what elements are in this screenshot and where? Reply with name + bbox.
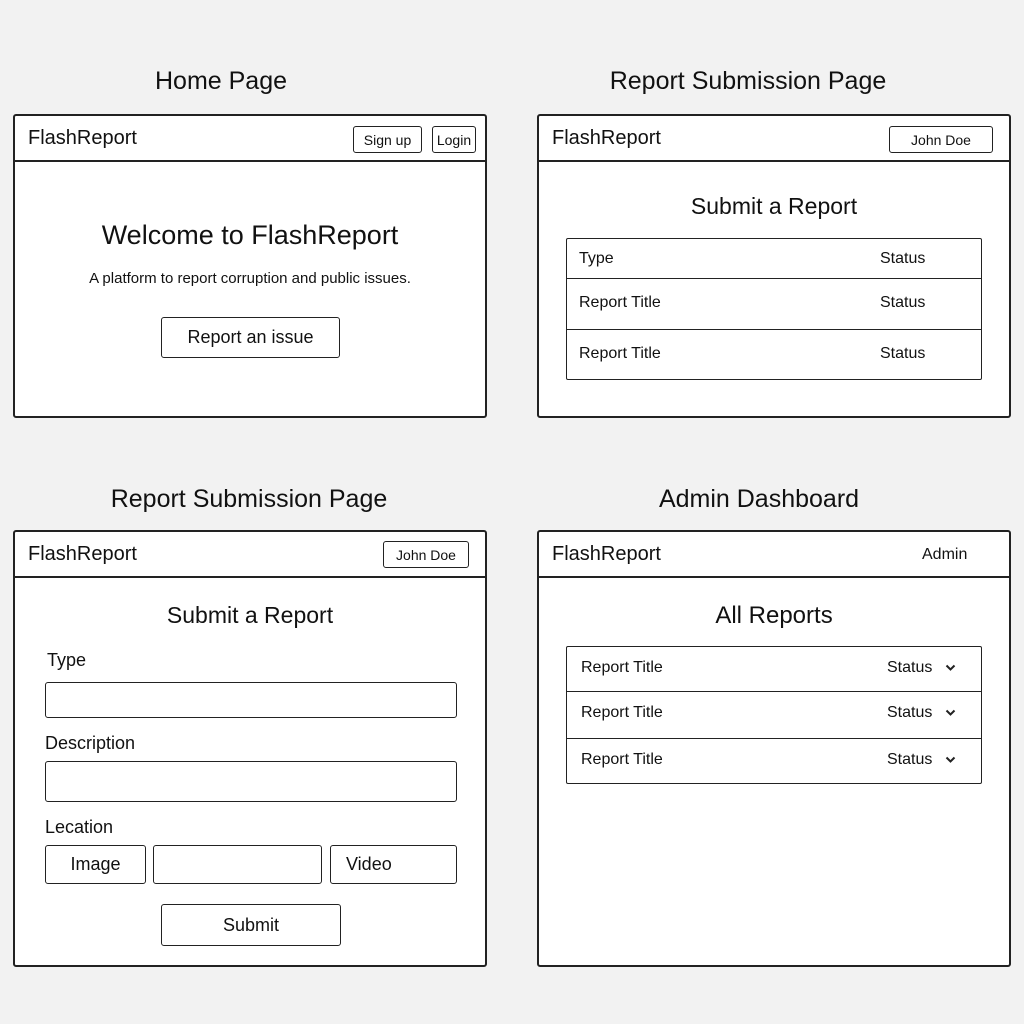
type-label: Type: [47, 650, 87, 670]
description-input[interactable]: [45, 761, 457, 802]
brand-logo[interactable]: FlashReport: [552, 127, 661, 150]
submission-form-page-label: Report Submission Page: [110, 485, 388, 513]
chevron-down-icon: [945, 664, 956, 671]
welcome-heading: Welcome to FlashReport: [101, 220, 399, 250]
report-title-cell: Report Title: [581, 751, 663, 768]
table-row[interactable]: Report Title Status: [567, 279, 981, 330]
status-dropdown-label: Status: [887, 751, 933, 768]
user-menu-button[interactable]: John Doe: [889, 126, 993, 153]
admin-reports-table: Report Title Status Report Title Status …: [566, 646, 982, 784]
report-title-cell: Report Title: [581, 659, 663, 676]
table-row[interactable]: Report Title Status: [567, 647, 981, 692]
status-dropdown[interactable]: Status: [887, 751, 956, 769]
brand-logo[interactable]: FlashReport: [28, 543, 137, 566]
app-header: FlashReport Sign up Login: [15, 116, 485, 162]
admin-user-label[interactable]: Admin: [922, 546, 967, 564]
submit-report-heading: Submit a Report: [690, 193, 858, 219]
submit-button[interactable]: Submit: [161, 904, 341, 946]
table-row[interactable]: Report Title Status: [567, 330, 981, 379]
status-column-header: Status: [880, 250, 926, 267]
user-menu-button[interactable]: John Doe: [383, 541, 469, 568]
submission-list-page-label: Report Submission Page: [609, 67, 887, 95]
status-cell: Status: [880, 294, 926, 311]
all-reports-heading: All Reports: [715, 602, 833, 629]
home-page-label: Home Page: [154, 67, 288, 95]
table-row[interactable]: Report Title Status: [567, 692, 981, 739]
status-dropdown[interactable]: Status: [887, 659, 956, 677]
tagline-text: A platform to report corruption and publ…: [89, 270, 411, 287]
type-input[interactable]: [45, 682, 457, 718]
submission-form-frame: FlashReport John Doe Submit a Report Typ…: [13, 530, 487, 967]
brand-logo[interactable]: FlashReport: [28, 127, 137, 150]
reports-table: Type Status Report Title Status Report T…: [566, 238, 982, 380]
description-label: Description: [45, 733, 136, 753]
report-issue-button[interactable]: Report an issue: [161, 317, 340, 358]
app-header: FlashReport John Doe: [539, 116, 1009, 162]
submission-list-frame: FlashReport John Doe Submit a Report Typ…: [537, 114, 1011, 418]
location-label: Lecation: [45, 817, 114, 837]
table-header-row: Type Status: [567, 239, 981, 279]
status-dropdown[interactable]: Status: [887, 704, 956, 722]
submit-report-heading: Submit a Report: [166, 602, 334, 628]
home-page-frame: FlashReport Sign up Login Welcome to Fla…: [13, 114, 487, 418]
report-title-cell: Report Title: [579, 294, 661, 311]
app-header: FlashReport John Doe: [15, 532, 485, 578]
admin-dashboard-frame: FlashReport Admin All Reports Report Tit…: [537, 530, 1011, 967]
location-input[interactable]: [153, 845, 322, 884]
status-dropdown-label: Status: [887, 704, 933, 721]
admin-dashboard-page-label: Admin Dashboard: [658, 485, 860, 513]
video-upload-button[interactable]: Video: [330, 845, 457, 884]
report-title-cell: Report Title: [581, 704, 663, 721]
image-upload-button[interactable]: Image: [45, 845, 146, 884]
app-header: FlashReport Admin: [539, 532, 1009, 578]
report-title-cell: Report Title: [579, 345, 661, 362]
status-dropdown-label: Status: [887, 659, 933, 676]
status-cell: Status: [880, 345, 926, 362]
sign-up-button[interactable]: Sign up: [353, 126, 422, 153]
chevron-down-icon: [945, 756, 956, 763]
login-button[interactable]: Login: [432, 126, 476, 153]
brand-logo[interactable]: FlashReport: [552, 543, 661, 566]
type-column-header: Type: [579, 250, 614, 267]
table-row[interactable]: Report Title Status: [567, 739, 981, 783]
chevron-down-icon: [945, 709, 956, 716]
